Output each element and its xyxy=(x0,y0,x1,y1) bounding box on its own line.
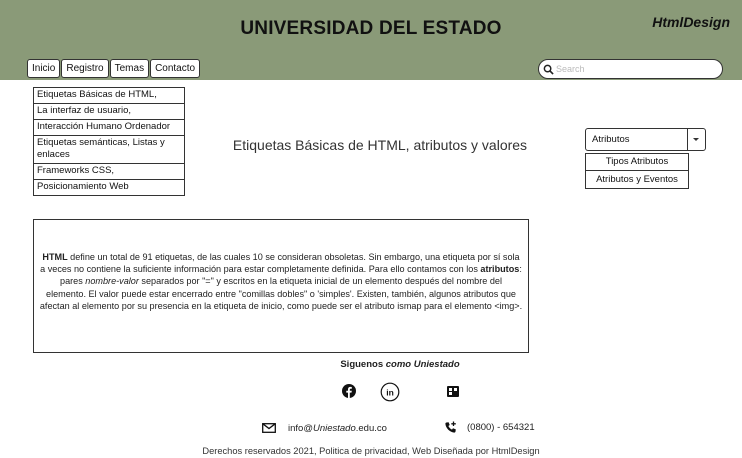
search-box[interactable] xyxy=(538,59,723,79)
follow-prefix: Siguenos xyxy=(340,359,386,370)
app-icon[interactable] xyxy=(447,386,459,397)
dropdown-item-eventos[interactable]: Atributos y Eventos xyxy=(586,171,688,188)
nav-item-registro[interactable]: Registro xyxy=(61,59,109,78)
menu-item-posicionamiento[interactable]: Posicionamiento Web xyxy=(34,180,184,195)
follow-text: Siguenos como Uniestado xyxy=(300,359,500,370)
nav-item-temas[interactable]: Temas xyxy=(109,59,150,78)
phone-number: (0800) - 654321 xyxy=(467,422,535,433)
em-nombre-valor: nombre-valor xyxy=(85,276,139,287)
chevron-down-icon[interactable] xyxy=(687,129,705,150)
search-input[interactable] xyxy=(554,64,706,74)
content-box: HTML define un total de 91 etiquetas, de… xyxy=(33,219,529,353)
dropdown-item-tipos[interactable]: Tipos Atributos xyxy=(586,154,688,171)
menu-item-interfaz-usuario[interactable]: La interfaz de usuario, xyxy=(34,104,184,120)
phone-contact[interactable]: (0800) - 654321 xyxy=(444,421,535,434)
search-icon xyxy=(543,64,554,75)
svg-text:in: in xyxy=(386,388,394,398)
linkedin-icon[interactable]: in xyxy=(380,382,400,402)
nav-item-contacto[interactable]: Contacto xyxy=(150,59,201,78)
page-title: Etiquetas Básicas de HTML, atributos y v… xyxy=(232,137,528,153)
content-paragraph: HTML define un total de 91 etiquetas, de… xyxy=(39,251,523,312)
email-suffix: .edu.co xyxy=(355,422,387,434)
menu-item-interaccion[interactable]: Interacción Humano Ordenador xyxy=(34,120,184,136)
email-contact[interactable]: info@ Uniestado .edu.co xyxy=(262,421,387,435)
topics-menu: Etiquetas Básicas de HTML, La interfaz d… xyxy=(33,87,185,196)
copyright-footer: Derechos reservados 2021, Politica de pr… xyxy=(202,446,540,456)
nav-item-inicio[interactable]: Inicio xyxy=(27,59,61,78)
mail-icon xyxy=(262,423,276,433)
strong-html: HTML xyxy=(42,252,68,262)
follow-brand: como Uniestado xyxy=(385,359,460,370)
email-domain: Uniestado xyxy=(312,422,356,434)
phone-icon xyxy=(445,421,456,433)
select-value: Atributos xyxy=(592,134,630,145)
menu-item-etiquetas-basicas[interactable]: Etiquetas Básicas de HTML, xyxy=(34,88,184,104)
attributes-dropdown: Tipos Atributos Atributos y Eventos xyxy=(585,153,689,189)
email-user: info@ xyxy=(288,422,313,434)
attributes-select[interactable]: Atributos xyxy=(585,128,706,151)
header-bar: UNIVERSIDAD DEL ESTADO HtmlDesign Inicio… xyxy=(0,0,742,80)
facebook-icon[interactable] xyxy=(342,384,356,398)
paragraph-text-1: define un total de 91 etiquetas, de las … xyxy=(40,252,520,275)
social-icons: in xyxy=(340,380,465,404)
site-title: UNIVERSIDAD DEL ESTADO xyxy=(240,18,502,39)
main-nav: Inicio Registro Temas Contacto xyxy=(27,59,201,78)
strong-atributos: atributos xyxy=(480,264,520,275)
menu-item-semanticas[interactable]: Etiquetas semánticas, Listas y enlaces xyxy=(34,136,184,164)
brand-logo[interactable]: HtmlDesign xyxy=(652,14,730,30)
menu-item-frameworks[interactable]: Frameworks CSS, xyxy=(34,164,184,180)
